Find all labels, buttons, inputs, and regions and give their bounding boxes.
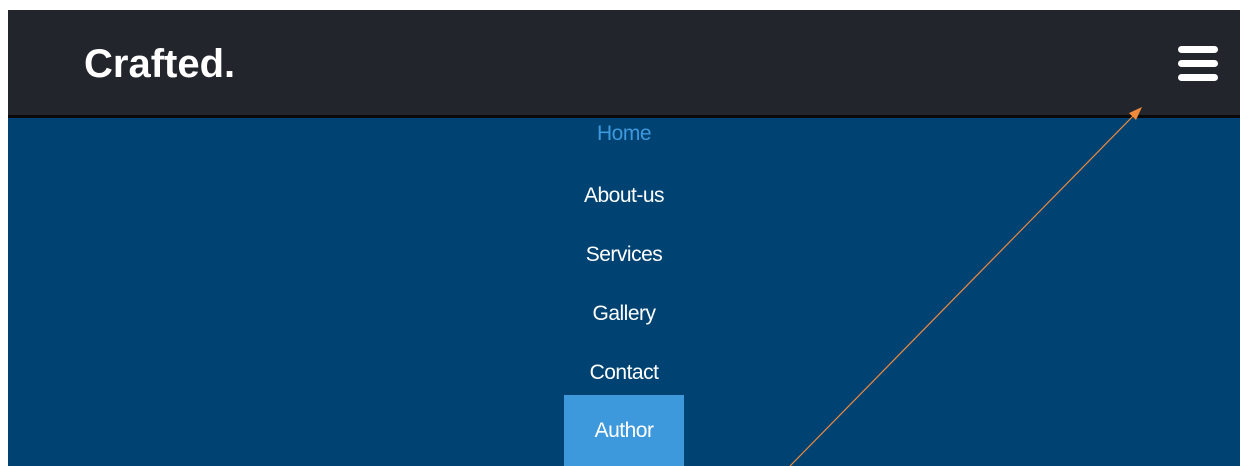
navbar: Crafted. [8,10,1240,118]
menu-link-about-us[interactable]: About-us [584,176,665,216]
page-frame: Crafted. Home About-us Services Gallery … [8,10,1240,466]
menu-link-author[interactable]: Author [564,395,684,466]
menu-item-author: Author [8,395,1240,466]
menu-bar-top [1178,46,1218,53]
menu-item-gallery: Gallery [8,294,1240,334]
menu-bar-bottom [1178,74,1218,81]
menu-bar-middle [1178,60,1218,67]
dropdown-menu: Home About-us Services Gallery Contact A… [8,118,1240,466]
menu-item-home: Home [8,118,1240,150]
brand-logo[interactable]: Crafted. [84,40,235,88]
menu-link-services[interactable]: Services [586,235,663,275]
menu-link-contact[interactable]: Contact [590,353,659,393]
menu-item-about-us: About-us [8,176,1240,216]
hamburger-menu-icon[interactable] [1178,44,1218,84]
menu-link-gallery[interactable]: Gallery [592,294,656,334]
menu-item-contact: Contact [8,353,1240,393]
menu-link-home[interactable]: Home [597,118,652,150]
menu-item-services: Services [8,235,1240,275]
